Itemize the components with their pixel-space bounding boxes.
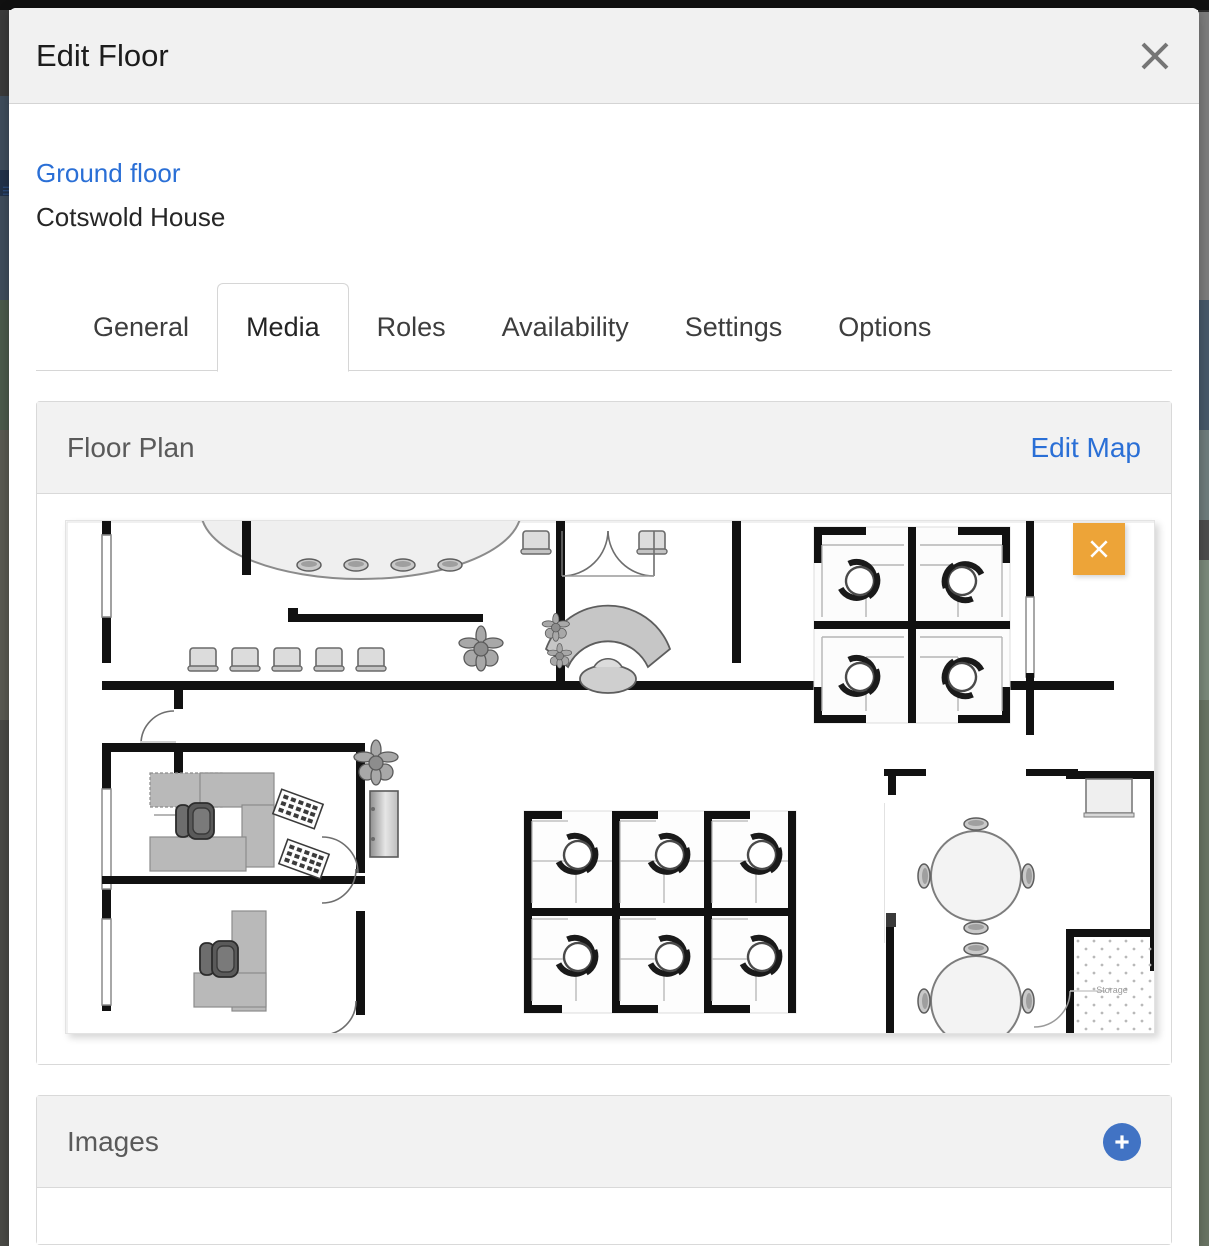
close-button[interactable] bbox=[1131, 32, 1179, 80]
delete-floor-plan-button[interactable] bbox=[1073, 523, 1125, 576]
close-icon bbox=[1141, 42, 1169, 69]
backdrop-right-rail bbox=[1198, 0, 1209, 1246]
breadcrumb-building-name: Cotswold House bbox=[36, 201, 226, 232]
images-panel-body bbox=[37, 1188, 1171, 1245]
page-title: Edit Floor bbox=[36, 37, 169, 73]
storage-room-label: Storage bbox=[1096, 985, 1128, 995]
floor-plan-figure: Storage bbox=[65, 520, 1155, 1035]
floor-plan-panel-header: Floor Plan Edit Map bbox=[37, 402, 1171, 495]
images-panel: Images bbox=[36, 1095, 1172, 1246]
add-image-button[interactable] bbox=[1103, 1122, 1141, 1161]
tab-options[interactable]: Options bbox=[810, 283, 959, 371]
breadcrumb: Ground floor Cotswold House bbox=[36, 159, 1172, 231]
floor-plan-image[interactable]: Storage bbox=[65, 520, 1155, 1035]
modal-body: Ground floor Cotswold House General Media… bbox=[9, 159, 1199, 1246]
floor-plan-drawing: Storage bbox=[66, 521, 1154, 1034]
tab-general[interactable]: General bbox=[65, 283, 217, 371]
images-panel-header: Images bbox=[37, 1096, 1171, 1189]
tab-roles[interactable]: Roles bbox=[349, 283, 474, 371]
plus-icon bbox=[1115, 1135, 1129, 1149]
floor-plan-title: Floor Plan bbox=[67, 431, 195, 463]
images-title: Images bbox=[67, 1125, 159, 1157]
tab-availability[interactable]: Availability bbox=[474, 283, 657, 371]
close-x-icon bbox=[1090, 540, 1108, 558]
floor-plan-panel: Floor Plan Edit Map Storage bbox=[36, 401, 1172, 1066]
edit-floor-modal: Edit Floor Ground floor Cotswold House G… bbox=[9, 8, 1199, 1246]
tab-bar: General Media Roles Availability Settings Opt… bbox=[36, 283, 1172, 373]
modal-header: Edit Floor bbox=[9, 8, 1199, 104]
edit-map-link[interactable]: Edit Map bbox=[1031, 432, 1142, 464]
floor-plan-panel-body: Storage bbox=[37, 494, 1171, 1065]
tab-settings[interactable]: Settings bbox=[657, 283, 811, 371]
tab-media[interactable]: Media bbox=[217, 283, 349, 373]
breadcrumb-floor-link[interactable]: Ground floor bbox=[36, 159, 1172, 188]
